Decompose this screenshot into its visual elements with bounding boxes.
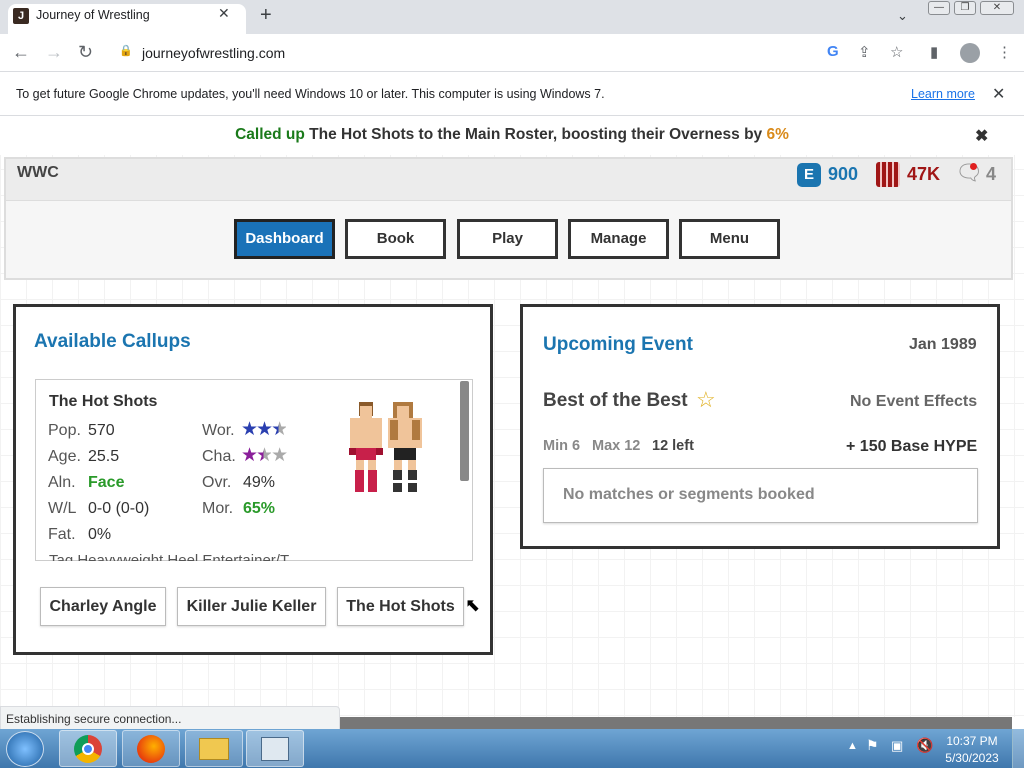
alignment-label: Aln. [48, 474, 76, 491]
show-desktop-button[interactable] [1012, 729, 1024, 768]
start-button[interactable] [6, 731, 44, 767]
infobar-close-icon[interactable]: ✕ [992, 84, 1005, 104]
card-scrollbar[interactable] [460, 381, 469, 481]
morale-label: Mor. [202, 500, 234, 517]
tab-title[interactable]: Journey of Wrestling [36, 8, 150, 22]
tray-expand-icon[interactable]: ▲ [847, 740, 858, 752]
profile-avatar[interactable] [960, 43, 980, 63]
messages-icon[interactable]: 🗨 [955, 160, 983, 186]
forward-icon[interactable]: → [45, 42, 63, 63]
minimize-icon[interactable]: — [928, 1, 950, 15]
message-count: 4 [986, 164, 997, 184]
window-close-icon[interactable]: ✕ [980, 1, 1014, 15]
money-amount: 47K [907, 164, 941, 184]
favorite-star-icon[interactable]: ☆ [696, 387, 716, 413]
clock-date[interactable]: 5/30/2023 [944, 751, 1000, 765]
morale-value: 65% [243, 500, 276, 517]
volume-muted-icon[interactable]: 🔇 [916, 737, 933, 754]
charisma-stars: ★★★ [241, 445, 288, 466]
age-label: Age. [48, 448, 81, 465]
fatigue-label: Fat. [48, 526, 76, 543]
tab-search-chevron-icon[interactable]: ⌄ [897, 8, 908, 24]
charisma-label: Cha. [202, 448, 236, 465]
winloss-label: W/L [48, 500, 77, 517]
bookmark-star-icon[interactable]: ☆ [890, 43, 903, 61]
address-bar[interactable]: journeyofwrestling.com [142, 45, 285, 61]
work-label: Wor. [202, 422, 235, 439]
promotion-name: WWC [17, 164, 59, 181]
callup-the-hot-shots-button[interactable]: The Hot Shots [337, 587, 464, 626]
notification-prefix: Called up [235, 126, 305, 143]
firefox-icon [137, 735, 165, 763]
event-name: Best of the Best [543, 390, 688, 411]
network-icon[interactable]: ▣ [891, 738, 903, 754]
event-slots-left: 12 left [652, 438, 694, 454]
manage-button[interactable]: Manage [568, 219, 669, 259]
event-min-matches: Min 6 [543, 438, 581, 454]
upcoming-title: Upcoming Event [543, 334, 693, 355]
dashboard-button[interactable]: Dashboard [234, 219, 335, 259]
wrestler-name: The Hot Shots [49, 393, 158, 410]
page-bottom-bar [340, 717, 1012, 729]
chrome-icon-center [82, 743, 94, 755]
notification-close-icon[interactable]: ✖ [975, 126, 988, 146]
event-effects: No Event Effects [850, 393, 978, 410]
site-favicon: J [13, 8, 29, 24]
learn-more-link[interactable]: Learn more [911, 87, 975, 101]
play-button[interactable]: Play [457, 219, 558, 259]
wrestler-avatar [346, 400, 428, 495]
lock-icon[interactable]: 🔒 [119, 44, 133, 57]
side-panel-icon[interactable]: ▮ [930, 43, 938, 61]
event-hype: + 150 Base HYPE [846, 438, 978, 455]
wrestler-tags-cut: Tag Heavyweight Heel Entertainer/T [49, 552, 290, 561]
callup-killer-julie-keller-button[interactable]: Killer Julie Keller [177, 587, 326, 626]
callup-charley-angle-button[interactable]: Charley Angle [40, 587, 166, 626]
empty-card-message: No matches or segments booked [563, 486, 815, 503]
more-menu-icon[interactable]: ⋮ [997, 43, 1012, 61]
overness-label: Ovr. [202, 474, 232, 491]
book-button[interactable]: Book [345, 219, 446, 259]
tab-close-icon[interactable]: ✕ [218, 5, 230, 22]
work-stars: ★★★ [241, 419, 288, 440]
control-panel-icon [261, 737, 289, 761]
menu-button[interactable]: Menu [679, 219, 780, 259]
share-icon[interactable]: ⇪ [858, 43, 871, 61]
event-max-matches: Max 12 [592, 438, 641, 454]
folder-icon [199, 738, 229, 760]
overness-value: 49% [243, 474, 276, 491]
token-count: 900 [828, 164, 859, 184]
alignment-value: Face [88, 474, 125, 491]
callups-title: Available Callups [34, 331, 191, 352]
pop-value: 570 [88, 422, 115, 439]
money-icon [876, 162, 900, 187]
age-value: 25.5 [88, 448, 120, 465]
action-center-flag-icon[interactable]: ⚑ [866, 737, 879, 754]
restore-icon[interactable]: ❐ [954, 1, 976, 15]
notification-text: Called up The Hot Shots to the Main Rost… [0, 126, 1024, 144]
clock-time[interactable]: 10:37 PM [944, 734, 1000, 748]
event-date: Jan 1989 [909, 336, 977, 353]
messages-alert-dot [970, 163, 977, 170]
notification-value: 6% [766, 126, 789, 143]
reload-icon[interactable]: ↻ [78, 42, 93, 63]
back-icon[interactable]: ← [12, 42, 30, 63]
mouse-cursor-icon: ⬉ [465, 595, 481, 615]
token-icon: E [797, 163, 821, 187]
new-tab-icon[interactable]: + [260, 4, 272, 27]
browser-status-bar: Establishing secure connection... [0, 706, 340, 730]
fatigue-value: 0% [88, 526, 112, 543]
google-icon[interactable]: G [827, 43, 839, 60]
header-bar [6, 159, 1011, 201]
notification-message: The Hot Shots to the Main Roster, boosti… [309, 126, 763, 143]
winloss-value: 0-0 (0-0) [88, 500, 150, 517]
pop-label: Pop. [48, 422, 81, 439]
infobar-message: To get future Google Chrome updates, you… [16, 87, 605, 101]
